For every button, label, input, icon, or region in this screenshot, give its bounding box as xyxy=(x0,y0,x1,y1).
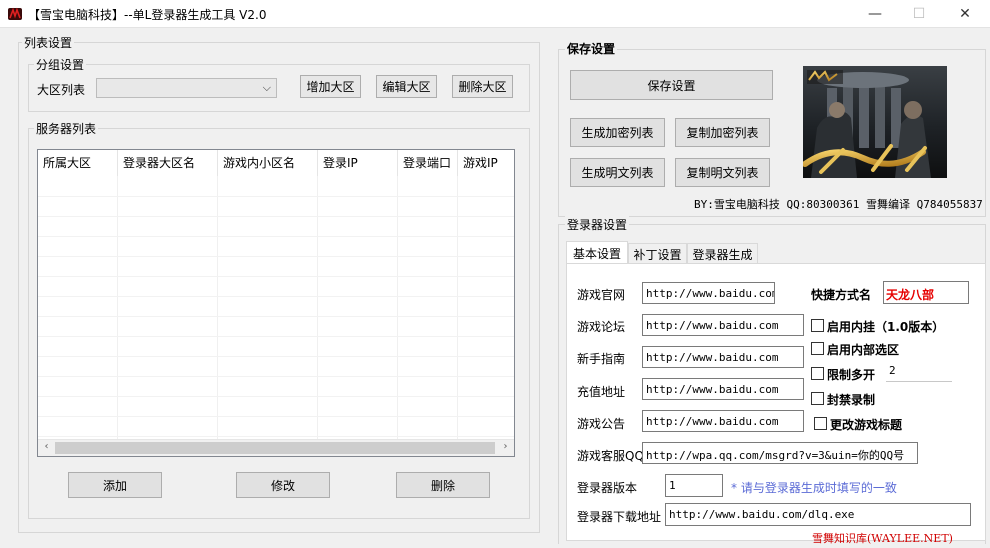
server-list-view[interactable]: 所属大区 登录器大区名 游戏内小区名 登录IP 登录端口 游戏IP ‹ › xyxy=(37,149,515,457)
region-list-label: 大区列表 xyxy=(37,83,86,97)
window-title: 【雪宝电脑科技】--单L登录器生成工具 V2.0 xyxy=(28,8,267,22)
column-header[interactable]: 游戏IP xyxy=(458,150,514,176)
version-input[interactable]: 1 xyxy=(665,474,723,497)
checkbox-label: 启用内挂（1.0版本） xyxy=(827,320,945,334)
column-header[interactable]: 登录器大区名 xyxy=(118,150,218,176)
support-qq-input[interactable]: http://wpa.qq.com/msgrd?v=3&uin=你的QQ号 xyxy=(642,442,918,464)
server-list-header: 所属大区 登录器大区名 游戏内小区名 登录IP 登录端口 游戏IP xyxy=(38,150,514,176)
close-button[interactable]: ✕ xyxy=(942,0,988,28)
download-url-label: 登录器下载地址 xyxy=(577,510,662,524)
shortcut-name-label: 快捷方式名 xyxy=(811,288,872,302)
column-header[interactable]: 游戏内小区名 xyxy=(218,150,318,176)
scrollbar-thumb[interactable] xyxy=(55,442,495,454)
region-select[interactable]: ⌵ xyxy=(96,78,277,98)
server-list-body xyxy=(38,176,514,439)
field-label: 充值地址 xyxy=(577,385,626,399)
shortcut-name-input[interactable]: 天龙八部 xyxy=(883,281,969,304)
credit-text: BY:雪宝电脑科技 QQ:80300361 雪舞编译 Q784055837 xyxy=(694,198,983,211)
multi-open-count-input[interactable]: 2 xyxy=(886,362,952,382)
column-header[interactable]: 所属大区 xyxy=(38,150,118,176)
game-banner-image xyxy=(803,66,947,178)
limit-multi-open-checkbox[interactable] xyxy=(811,367,824,380)
column-header[interactable]: 登录端口 xyxy=(398,150,458,176)
enable-plugin-checkbox[interactable] xyxy=(811,319,824,332)
version-label: 登录器版本 xyxy=(577,481,638,495)
generate-encrypted-list-button[interactable]: 生成加密列表 xyxy=(570,118,665,147)
grid-line xyxy=(38,436,514,437)
scroll-left-icon[interactable]: ‹ xyxy=(38,441,55,456)
copy-encrypted-list-button[interactable]: 复制加密列表 xyxy=(675,118,770,147)
modify-button[interactable]: 修改 xyxy=(236,472,330,498)
field-label: 游戏公告 xyxy=(577,417,626,431)
checkbox-label: 启用内部选区 xyxy=(827,343,900,357)
tab-patch-settings[interactable]: 补丁设置 xyxy=(628,243,687,264)
field-label: 游戏官网 xyxy=(577,288,626,302)
download-url-input[interactable]: http://www.baidu.com/dlq.exe xyxy=(665,503,971,526)
grid-line xyxy=(38,216,514,217)
version-hint: * 请与登录器生成时填写的一致 xyxy=(731,481,897,495)
grid-line xyxy=(38,296,514,297)
group-settings-title: 分组设置 xyxy=(34,56,87,73)
checkbox-label: 限制多开 xyxy=(827,368,876,382)
scroll-right-icon[interactable]: › xyxy=(497,441,514,456)
tab-launcher-generate[interactable]: 登录器生成 xyxy=(687,243,758,264)
enable-region-select-checkbox[interactable] xyxy=(811,342,824,355)
delete-button[interactable]: 删除 xyxy=(396,472,490,498)
grid-line xyxy=(38,316,514,317)
block-recording-checkbox[interactable] xyxy=(811,392,824,405)
copy-plain-list-button[interactable]: 复制明文列表 xyxy=(675,158,770,187)
field-label: 新手指南 xyxy=(577,352,626,366)
add-region-button[interactable]: 增加大区 xyxy=(300,75,361,98)
maximize-button[interactable]: ☐ xyxy=(896,0,942,28)
change-game-title-checkbox[interactable] xyxy=(814,417,827,430)
tab-basic-settings[interactable]: 基本设置 xyxy=(566,241,628,264)
column-header[interactable]: 登录IP xyxy=(318,150,398,176)
grid-line xyxy=(38,376,514,377)
list-settings-title: 列表设置 xyxy=(22,34,75,51)
app-logo-icon xyxy=(8,7,22,20)
watermark-text: 雪舞知识库(WAYLEE.NET) xyxy=(812,532,953,545)
checkbox-label: 封禁录制 xyxy=(827,393,876,407)
launcher-settings-title: 登录器设置 xyxy=(565,216,630,233)
field-label: 游戏论坛 xyxy=(577,320,626,334)
save-settings-button[interactable]: 保存设置 xyxy=(570,70,773,100)
recharge-input[interactable]: http://www.baidu.com xyxy=(642,378,804,400)
grid-line xyxy=(38,236,514,237)
delete-region-button[interactable]: 删除大区 xyxy=(452,75,513,98)
checkbox-label: 更改游戏标题 xyxy=(830,418,903,432)
grid-line xyxy=(38,396,514,397)
field-label: 游戏客服QQ xyxy=(577,449,644,463)
official-site-input[interactable]: http://www.baidu.com xyxy=(642,282,775,304)
grid-line xyxy=(38,336,514,337)
horizontal-scrollbar[interactable]: ‹ › xyxy=(38,439,514,456)
save-settings-title: 保存设置 xyxy=(565,40,618,57)
grid-line xyxy=(38,196,514,197)
guide-input[interactable]: http://www.baidu.com xyxy=(642,346,804,368)
chevron-down-icon: ⌵ xyxy=(262,81,271,94)
grid-line xyxy=(38,356,514,357)
server-list-title: 服务器列表 xyxy=(34,120,99,137)
edit-region-button[interactable]: 编辑大区 xyxy=(376,75,437,98)
forum-input[interactable]: http://www.baidu.com xyxy=(642,314,804,336)
add-button[interactable]: 添加 xyxy=(68,472,162,498)
grid-line xyxy=(38,276,514,277)
title-bar[interactable]: 【雪宝电脑科技】--单L登录器生成工具 V2.0 — ☐ ✕ xyxy=(0,0,990,28)
basic-settings-page xyxy=(566,263,986,541)
announcement-input[interactable]: http://www.baidu.com xyxy=(642,410,804,432)
minimize-button[interactable]: — xyxy=(852,0,898,28)
generate-plain-list-button[interactable]: 生成明文列表 xyxy=(570,158,665,187)
grid-line xyxy=(38,256,514,257)
grid-line xyxy=(38,416,514,417)
